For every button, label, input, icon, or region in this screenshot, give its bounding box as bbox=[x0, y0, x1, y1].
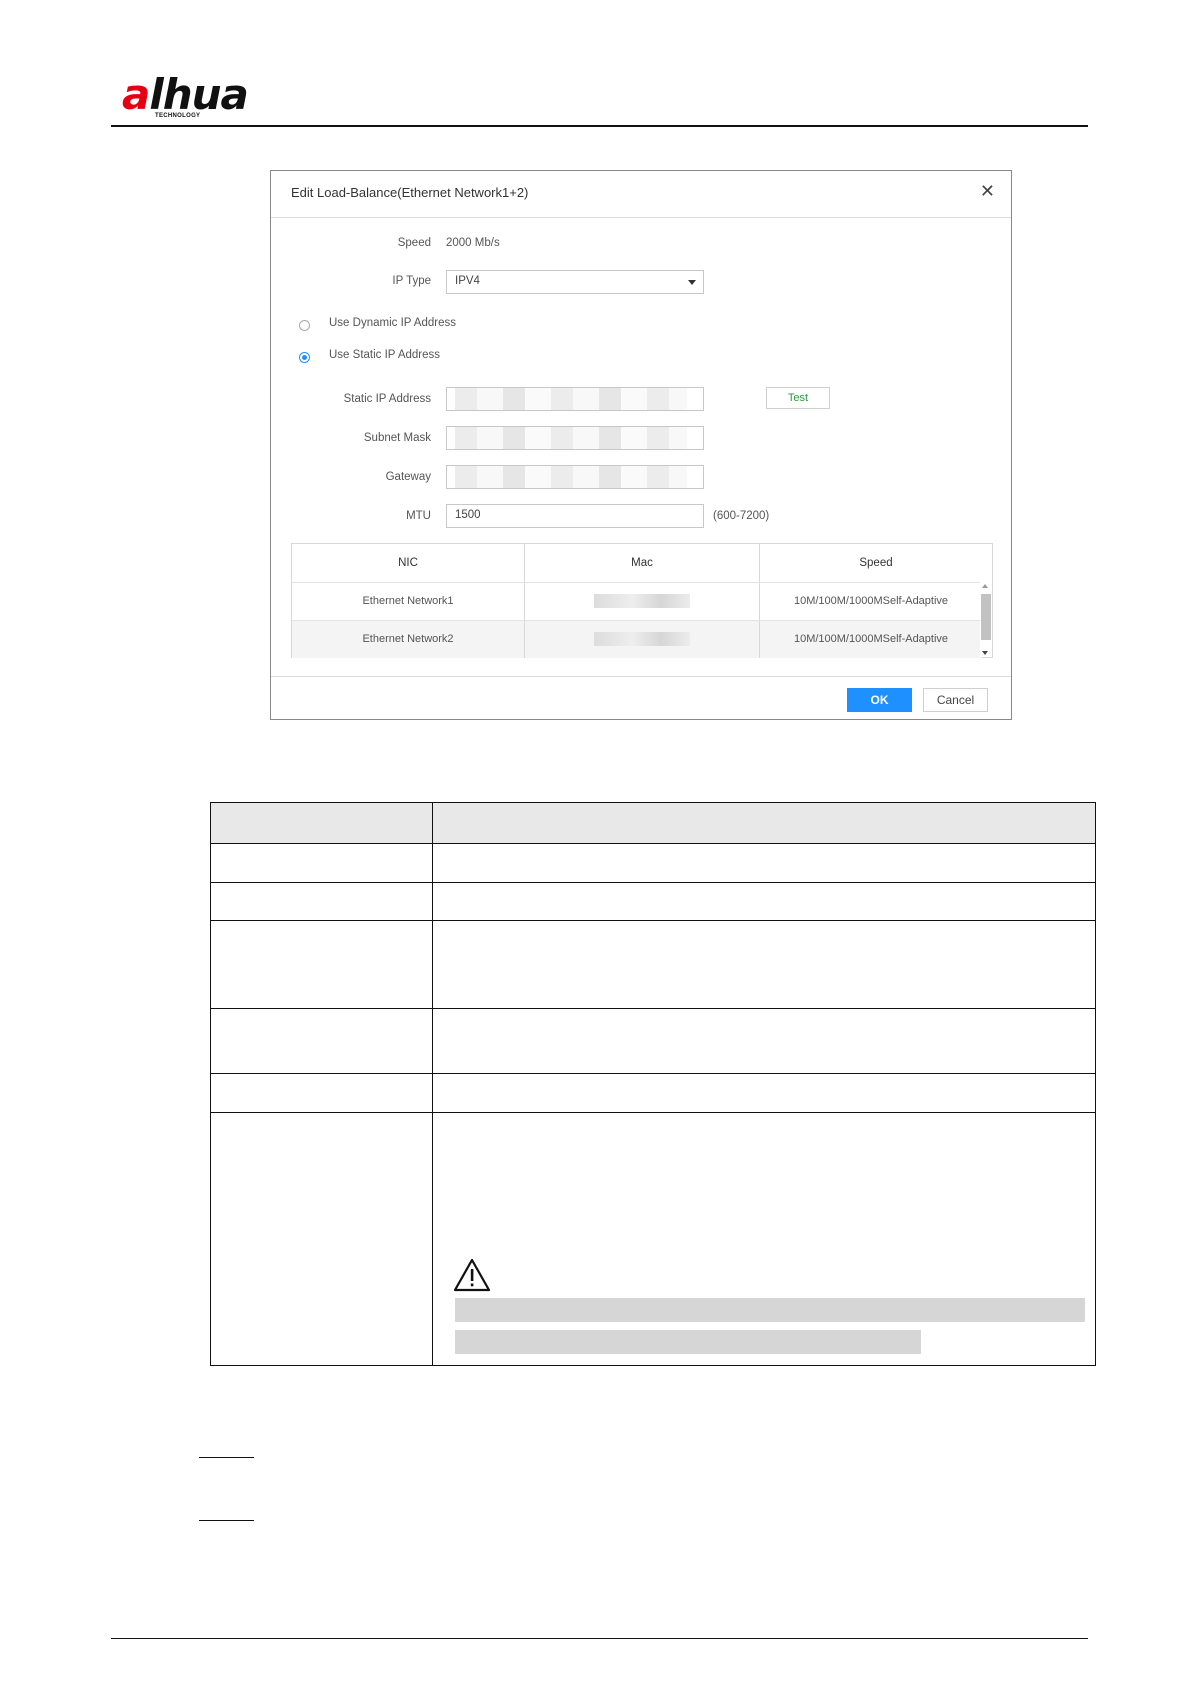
gateway-input[interactable] bbox=[446, 465, 704, 489]
ok-button[interactable]: OK bbox=[847, 688, 912, 712]
nic-cell: Ethernet Network2 bbox=[292, 621, 525, 658]
row-divider bbox=[211, 882, 1095, 883]
mac-column-header: Mac bbox=[525, 544, 760, 582]
highlighted-warning-line bbox=[455, 1330, 921, 1354]
footer-divider bbox=[111, 1638, 1088, 1639]
dynamic-ip-radio[interactable] bbox=[299, 320, 310, 331]
static-ip-label: Static IP Address bbox=[343, 393, 431, 405]
nic-column-header: NIC bbox=[292, 544, 525, 582]
highlighted-warning-line bbox=[455, 1298, 1085, 1322]
static-ip-radio-label: Use Static IP Address bbox=[329, 349, 441, 361]
table-header-row bbox=[211, 803, 1095, 843]
subnet-mask-input[interactable] bbox=[446, 426, 704, 450]
table-row[interactable]: Ethernet Network2 10M/100M/1000MSelf-Ada… bbox=[292, 621, 982, 658]
test-button[interactable]: Test bbox=[766, 387, 830, 409]
nic-cell: Ethernet Network1 bbox=[292, 583, 525, 620]
subnet-mask-label: Subnet Mask bbox=[363, 432, 431, 444]
logo-subtitle: TECHNOLOGY bbox=[155, 113, 201, 119]
warning-icon bbox=[453, 1258, 491, 1292]
mtu-label: MTU bbox=[406, 510, 431, 522]
mac-cell bbox=[525, 583, 760, 620]
step-underline bbox=[199, 1457, 254, 1458]
table-scrollbar[interactable] bbox=[980, 582, 992, 657]
scrollbar-thumb[interactable] bbox=[981, 594, 991, 640]
logo-rest: lhua bbox=[149, 70, 249, 119]
cancel-button[interactable]: Cancel bbox=[923, 688, 988, 712]
step-underline bbox=[199, 1520, 254, 1521]
gateway-label: Gateway bbox=[385, 471, 431, 483]
mtu-input[interactable]: 1500 bbox=[446, 504, 704, 528]
redacted-value bbox=[455, 466, 687, 488]
redacted-value bbox=[594, 632, 690, 647]
redacted-value bbox=[455, 427, 687, 449]
row-divider bbox=[211, 920, 1095, 921]
mac-cell bbox=[525, 621, 760, 658]
row-divider bbox=[211, 1112, 1095, 1113]
mtu-range-hint: (600-7200) bbox=[713, 510, 770, 522]
chevron-down-icon bbox=[688, 280, 696, 285]
speed-cell: 10M/100M/1000MSelf-Adaptive bbox=[793, 595, 949, 607]
speed-value: 2000 Mb/s bbox=[446, 237, 500, 249]
table-row[interactable]: Ethernet Network1 10M/100M/1000MSelf-Ada… bbox=[292, 583, 982, 620]
speed-label: Speed bbox=[397, 237, 431, 249]
scroll-up-icon[interactable] bbox=[982, 584, 988, 588]
redacted-value bbox=[594, 594, 690, 609]
logo-accent: a bbox=[122, 70, 150, 119]
row-divider bbox=[211, 843, 1095, 844]
company-logo: alhua TECHNOLOGY bbox=[122, 74, 262, 120]
speed-cell: 10M/100M/1000MSelf-Adaptive bbox=[793, 633, 949, 645]
dialog-footer-divider bbox=[271, 676, 1011, 677]
speed-column-header: Speed bbox=[859, 557, 893, 569]
row-divider bbox=[211, 1008, 1095, 1009]
scroll-down-icon[interactable] bbox=[982, 651, 988, 655]
ip-type-label: IP Type bbox=[392, 275, 431, 287]
ip-type-select[interactable]: IPV4 bbox=[446, 270, 704, 294]
row-divider bbox=[211, 1073, 1095, 1074]
dialog-title: Edit Load-Balance(Ethernet Network1+2) bbox=[291, 185, 529, 200]
dynamic-ip-label: Use Dynamic IP Address bbox=[329, 317, 456, 329]
redacted-value bbox=[455, 388, 687, 410]
nic-table: NIC Mac Speed Ethernet Network1 10M/100M… bbox=[291, 543, 993, 658]
static-ip-radio[interactable] bbox=[299, 352, 310, 363]
static-ip-input[interactable] bbox=[446, 387, 704, 411]
header-divider bbox=[111, 125, 1088, 127]
column-divider bbox=[432, 803, 433, 1365]
ip-type-selected-value: IPV4 bbox=[455, 275, 480, 287]
dialog-header-divider bbox=[271, 217, 1011, 218]
parameter-table bbox=[210, 802, 1096, 1366]
close-icon[interactable]: ✕ bbox=[980, 181, 995, 202]
edit-load-balance-dialog: Edit Load-Balance(Ethernet Network1+2) ✕… bbox=[270, 170, 1012, 720]
logo-wordmark: alhua bbox=[122, 74, 249, 116]
